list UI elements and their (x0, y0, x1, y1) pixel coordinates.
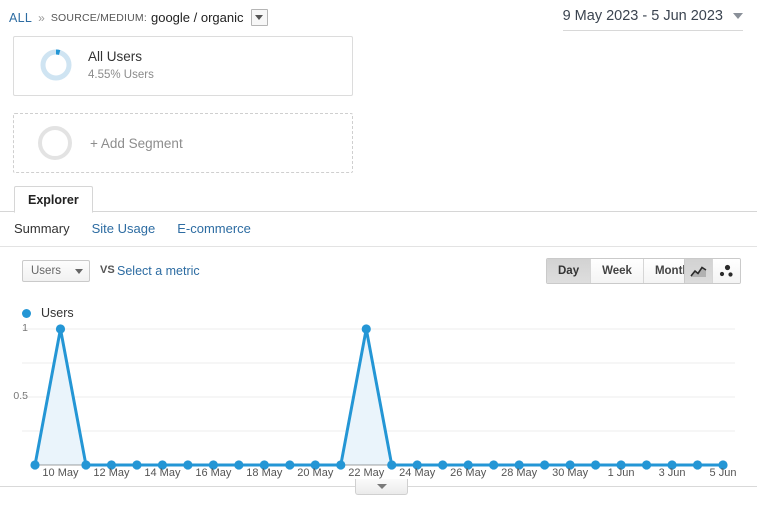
x-axis-tick-label: 28 May (501, 467, 538, 479)
collapse-chart-button[interactable] (355, 479, 408, 495)
breadcrumb-dimension-label: SOURCE/MEDIUM: (50, 11, 147, 24)
x-axis-tick-label: 26 May (450, 467, 487, 479)
segment-donut-icon (38, 47, 74, 86)
date-range-label: 9 May 2023 - 5 Jun 2023 (562, 8, 723, 24)
subtab-bar: Summary Site Usage E-commerce (14, 221, 251, 236)
granularity-day-button[interactable]: Day (547, 259, 592, 283)
subtab-ecommerce[interactable]: E-commerce (177, 221, 251, 236)
subtab-site-usage[interactable]: Site Usage (92, 221, 156, 236)
legend-label-users[interactable]: Users (41, 306, 74, 320)
x-axis-tick-label: 24 May (399, 467, 436, 479)
x-axis-tick-label: 10 May (42, 467, 79, 479)
segment-title: All Users (88, 49, 143, 65)
legend-color-dot (22, 308, 31, 318)
chevron-down-icon (255, 15, 263, 20)
chart-point[interactable] (361, 324, 371, 334)
metric-select-label: Users (31, 265, 62, 277)
x-axis-tick-label: 14 May (144, 467, 181, 479)
chevron-down-icon (733, 13, 743, 19)
line-chart-icon (690, 265, 707, 277)
breadcrumb-dropdown-button[interactable] (250, 9, 268, 26)
granularity-week-button[interactable]: Week (591, 259, 644, 283)
x-axis-tick-label: 1 Jun (607, 467, 635, 479)
x-axis-tick-label: 20 May (297, 467, 334, 479)
chart-canvas (22, 324, 735, 470)
empty-circle-icon (38, 126, 72, 160)
chevron-down-icon (376, 484, 387, 489)
y-axis-tick-label: 1 (22, 322, 28, 334)
breadcrumb-separator: » (38, 10, 45, 25)
add-segment-card[interactable]: + Add Segment (13, 113, 353, 173)
breadcrumb-dimension-value: google / organic (150, 10, 244, 25)
tab-explorer[interactable]: Explorer (14, 186, 93, 213)
y-axis-tick-label: 0.5 (13, 390, 28, 402)
date-range-picker[interactable]: 9 May 2023 - 5 Jun 2023 (562, 8, 743, 31)
x-axis-tick-label: 5 Jun (709, 467, 737, 479)
segment-card-all-users[interactable]: All Users 4.55% Users (13, 36, 353, 96)
line-chart-icon-button[interactable] (685, 259, 713, 283)
segment-subtitle: 4.55% Users (88, 69, 154, 82)
chart-legend: Users (22, 306, 74, 320)
chart-point[interactable] (55, 324, 66, 334)
x-axis-tick-label: 18 May (246, 467, 283, 479)
granularity-toggle-group: Day Week Month (546, 258, 702, 284)
metric-select[interactable]: Users (22, 260, 90, 282)
breadcrumb-all-link[interactable]: ALL (9, 11, 32, 25)
x-axis-tick-label: 30 May (552, 467, 589, 479)
subtab-summary[interactable]: Summary (14, 221, 70, 236)
breadcrumb: ALL » SOURCE/MEDIUM: google / organic (9, 9, 268, 26)
subtab-divider (0, 246, 757, 247)
chart-type-toggle-group (684, 258, 741, 284)
breadcrumb-row: ALL » SOURCE/MEDIUM: google / organic 9 … (0, 0, 757, 32)
vs-label: VS (100, 264, 115, 276)
add-segment-label: + Add Segment (90, 135, 183, 151)
x-axis-tick-label: 22 May (348, 467, 385, 479)
x-axis-tick-label: 12 May (93, 467, 130, 479)
explorer-tab-bar (0, 210, 757, 212)
chart-controls: Users VS Select a metric Day Week Month (0, 255, 757, 295)
motion-chart-icon-button[interactable] (713, 259, 740, 283)
x-axis-tick-label: 3 Jun (658, 467, 686, 479)
x-axis-tick-label: 16 May (195, 467, 232, 479)
select-metric-link[interactable]: Select a metric (117, 264, 200, 278)
chevron-down-icon (75, 268, 83, 274)
users-line-chart[interactable]: 0.5 1 (0, 320, 757, 485)
motion-chart-icon (719, 264, 733, 277)
segment-text: All Users 4.55% Users (88, 48, 154, 84)
